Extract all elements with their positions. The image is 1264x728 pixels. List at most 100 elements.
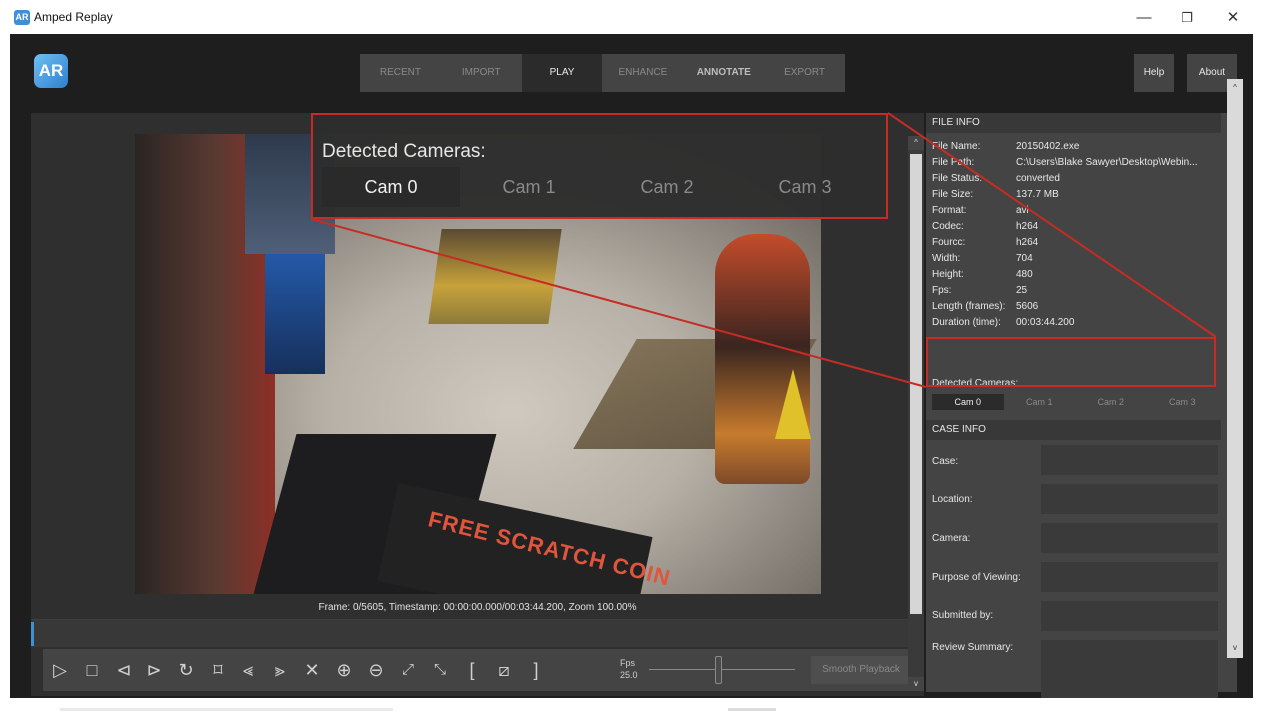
- location-input[interactable]: [1041, 484, 1218, 514]
- restore-icon[interactable]: ❐: [1170, 6, 1204, 30]
- case-info-header: CASE INFO: [926, 420, 1221, 440]
- location-label: Location:: [932, 494, 973, 505]
- tab-recent[interactable]: RECENT: [360, 54, 441, 92]
- file-info-value: converted: [1016, 173, 1060, 184]
- tab-cam-2[interactable]: Cam 2: [1075, 394, 1147, 410]
- cancel-icon[interactable]: ✕: [301, 657, 323, 683]
- callout-cam-0: Cam 0: [322, 167, 460, 207]
- main-nav: RECENT IMPORT PLAY ENHANCE ANNOTATE EXPO…: [360, 54, 845, 92]
- window-titlebar: AR Amped Replay — ❐ ✕: [0, 0, 1264, 34]
- file-info-key: Codec:: [932, 221, 964, 232]
- file-info-value: C:\Users\Blake Sawyer\Desktop\Webin...: [1016, 157, 1198, 168]
- scroll-down-icon[interactable]: v: [1227, 641, 1243, 655]
- fps-slider-thumb[interactable]: [714, 656, 722, 684]
- callout-cam-3: Cam 3: [778, 177, 832, 197]
- submitted-by-input[interactable]: [1041, 601, 1218, 631]
- shrink-icon[interactable]: ⤡: [429, 657, 451, 683]
- tab-enhance[interactable]: ENHANCE: [602, 54, 683, 92]
- tab-annotate[interactable]: ANNOTATE: [683, 54, 764, 92]
- callout-camera-tabs: Cam 0 Cam 1 Cam 2 Cam 3: [322, 167, 877, 207]
- file-info-row: Duration (time): 00:03:44.200: [932, 315, 1216, 331]
- camera-input[interactable]: [1041, 523, 1218, 553]
- detected-cameras-callout: Detected Cameras: Cam 0 Cam 1 Cam 2 Cam …: [311, 113, 888, 219]
- timeline-bar[interactable]: [31, 619, 924, 647]
- fast-forward-icon[interactable]: ⪢: [269, 657, 291, 683]
- scroll-down-icon[interactable]: v: [908, 677, 924, 691]
- camera-label: Camera:: [932, 533, 971, 544]
- timeline-cursor[interactable]: [31, 622, 34, 646]
- file-info-value: 480: [1016, 269, 1033, 280]
- video-scene-display: [715, 234, 810, 484]
- info-panel: FILE INFO File Name: 20150402.exe File Pa…: [926, 113, 1237, 720]
- info-scrollbar[interactable]: ^ v: [1227, 79, 1243, 658]
- mark-in-icon[interactable]: [: [461, 657, 483, 683]
- review-summary-label: Review Summary:: [932, 642, 1014, 653]
- detected-cameras-highlight: [926, 337, 1216, 387]
- purpose-label: Purpose of Viewing:: [932, 572, 1021, 583]
- tab-cam-0[interactable]: Cam 0: [932, 394, 1004, 410]
- file-info-key: Fourcc:: [932, 237, 966, 248]
- file-info-value: h264: [1016, 221, 1039, 232]
- file-info-row: File Status: converted: [932, 171, 1216, 187]
- scroll-up-icon[interactable]: ^: [1227, 81, 1243, 95]
- file-info-value: avi: [1016, 205, 1029, 216]
- file-info-row: Length (frames): 5606: [932, 299, 1216, 315]
- scroll-thumb[interactable]: [910, 154, 922, 614]
- file-info-row: Width: 704: [932, 251, 1216, 267]
- mark-out-icon[interactable]: ]: [525, 657, 547, 683]
- submitted-by-label: Submitted by:: [932, 610, 994, 621]
- tab-play[interactable]: PLAY: [521, 54, 603, 92]
- file-info-key: File Status:: [932, 173, 983, 184]
- fps-slider-track[interactable]: [649, 669, 795, 670]
- file-info-row: Codec: h264: [932, 219, 1216, 235]
- minimize-icon[interactable]: —: [1127, 6, 1161, 30]
- zoom-in-icon[interactable]: ⊕: [333, 657, 355, 683]
- file-info-value: 00:03:44.200: [1016, 317, 1075, 328]
- scroll-up-icon[interactable]: ^: [908, 136, 924, 150]
- case-input[interactable]: [1041, 445, 1218, 475]
- stop-icon[interactable]: □: [81, 657, 103, 683]
- bottom-strip: [0, 698, 1264, 728]
- rewind-icon[interactable]: ⪡: [237, 657, 259, 683]
- loop-icon[interactable]: ↻: [175, 657, 197, 683]
- file-info-value: 5606: [1016, 301, 1039, 312]
- file-info-row: Format: avi: [932, 203, 1216, 219]
- file-info-row: Height: 480: [932, 267, 1216, 283]
- file-info-key: Duration (time):: [932, 317, 1001, 328]
- file-info-key: Height:: [932, 269, 964, 280]
- bookmark-icon[interactable]: ⌑: [207, 657, 229, 683]
- tab-export[interactable]: EXPORT: [764, 54, 845, 92]
- purpose-input[interactable]: [1041, 562, 1218, 592]
- clear-marks-icon[interactable]: ⧄: [493, 657, 515, 683]
- zoom-out-icon[interactable]: ⊖: [365, 657, 387, 683]
- tab-cam-1[interactable]: Cam 1: [1004, 394, 1076, 410]
- file-info-key: Width:: [932, 253, 961, 264]
- play-icon[interactable]: ▷: [49, 657, 71, 683]
- close-icon[interactable]: ✕: [1216, 6, 1250, 30]
- expand-icon[interactable]: ⤢: [397, 657, 419, 683]
- smooth-playback-button[interactable]: Smooth Playback: [811, 656, 911, 684]
- tab-import[interactable]: IMPORT: [441, 54, 522, 92]
- tab-cam-3[interactable]: Cam 3: [1147, 394, 1219, 410]
- callout-cam-1: Cam 1: [502, 177, 556, 197]
- video-scrollbar[interactable]: ^ v: [908, 136, 924, 691]
- app-logo: AR: [34, 54, 68, 88]
- app-icon: AR: [14, 10, 30, 25]
- video-scene-cooler: [265, 254, 325, 374]
- next-frame-icon[interactable]: ⊳: [143, 657, 165, 683]
- taskbar-item: [60, 708, 393, 711]
- file-info-row: File Name: 20150402.exe: [932, 139, 1216, 155]
- file-info-key: Fps:: [932, 285, 952, 296]
- file-info-value: 25: [1016, 285, 1028, 296]
- file-info-key: Length (frames):: [932, 301, 1006, 312]
- fps-value: 25.0: [620, 670, 638, 680]
- video-scene-aisle: [428, 229, 562, 324]
- file-info-row: Fps: 25: [932, 283, 1216, 299]
- window-title: Amped Replay: [34, 10, 113, 24]
- help-button[interactable]: Help: [1134, 54, 1174, 92]
- taskbar-item: [728, 708, 776, 711]
- previous-frame-icon[interactable]: ⊲: [113, 657, 135, 683]
- fps-label: Fps: [620, 658, 636, 668]
- file-info-key: File Size:: [932, 189, 974, 200]
- file-info-row: Fourcc: h264: [932, 235, 1216, 251]
